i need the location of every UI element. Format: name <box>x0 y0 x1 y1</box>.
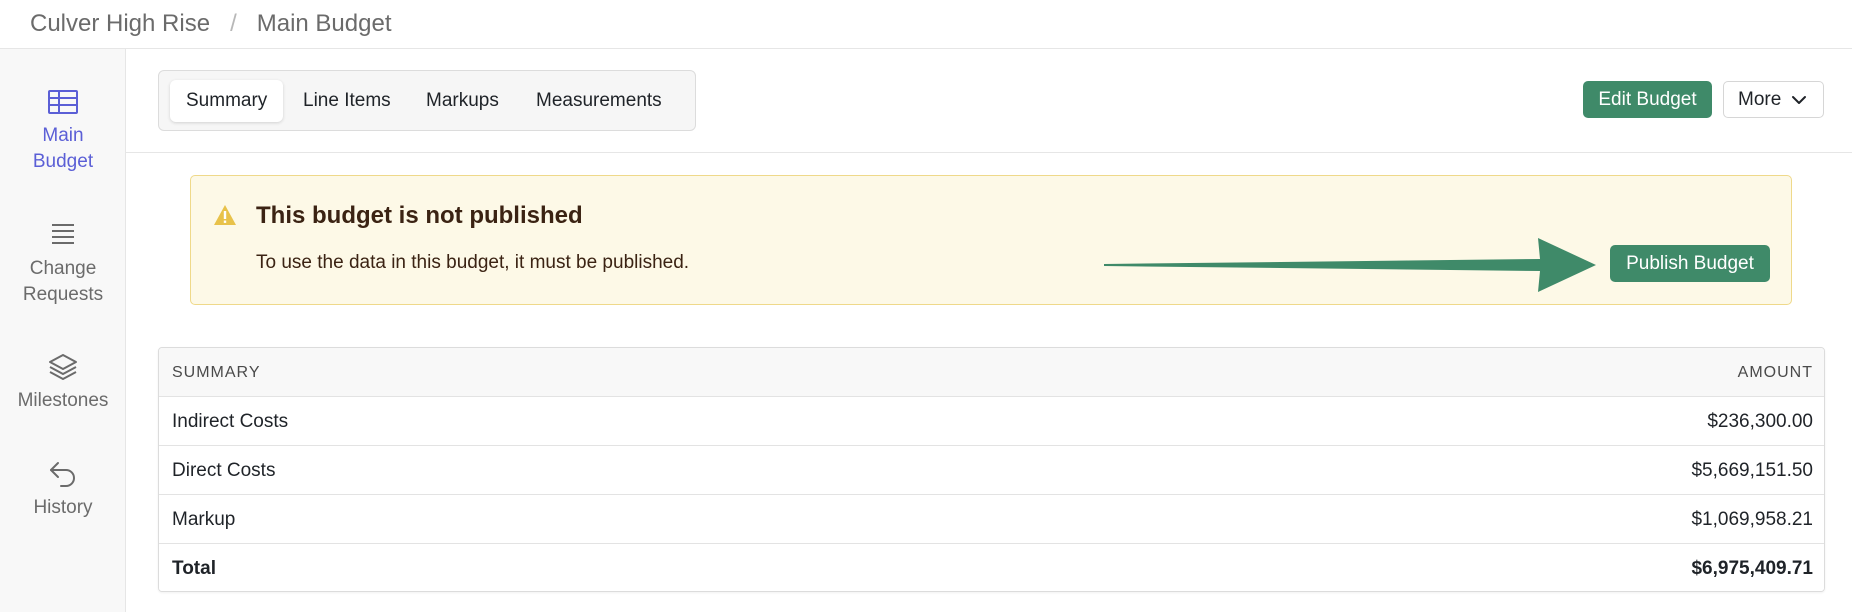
undo-arrow-icon <box>47 459 79 489</box>
row-label: Indirect Costs <box>172 411 289 432</box>
toolbar-divider <box>126 152 1852 153</box>
sidebar-item-change-requests[interactable]: Change Requests <box>0 220 126 308</box>
total-label: Total <box>172 558 216 579</box>
breadcrumb-separator: / <box>230 10 237 37</box>
tab-line-items[interactable]: Line Items <box>287 80 407 122</box>
table-total-row: Total $6,975,409.71 <box>159 544 1824 591</box>
sidebar: Main Budget Change Requests Milestones H… <box>0 49 126 612</box>
sidebar-item-label: Main <box>42 125 84 146</box>
tab-measurements[interactable]: Measurements <box>520 80 678 122</box>
total-amount: $6,975,409.71 <box>1691 558 1813 579</box>
sidebar-item-label: Milestones <box>17 390 109 411</box>
more-button-label: More <box>1738 88 1782 110</box>
warning-triangle-icon <box>213 204 237 226</box>
annotation-arrow-icon <box>1104 238 1596 292</box>
sidebar-item-label: Change <box>29 258 97 279</box>
column-header-amount: AMOUNT <box>1737 364 1813 381</box>
row-amount: $5,669,151.50 <box>1691 460 1813 481</box>
table-row: Markup $1,069,958.21 <box>159 495 1824 544</box>
row-amount: $1,069,958.21 <box>1691 509 1813 530</box>
row-amount: $236,300.00 <box>1707 411 1813 432</box>
edit-budget-button[interactable]: Edit Budget <box>1583 81 1712 118</box>
sidebar-item-main-budget[interactable]: Main Budget <box>0 87 126 175</box>
banner-title: This budget is not published <box>256 202 583 229</box>
breadcrumb: Culver High Rise / Main Budget <box>0 0 1852 49</box>
sidebar-item-label: History <box>33 497 93 518</box>
breadcrumb-project[interactable]: Culver High Rise <box>30 10 210 38</box>
sidebar-item-label: Budget <box>32 151 94 172</box>
layers-icon <box>47 352 79 382</box>
row-label: Direct Costs <box>172 460 276 481</box>
column-header-summary: SUMMARY <box>172 364 261 381</box>
tab-summary[interactable]: Summary <box>170 80 284 122</box>
banner-message: To use the data in this budget, it must … <box>256 252 690 273</box>
publish-budget-button[interactable]: Publish Budget <box>1610 245 1770 282</box>
view-tabs: Summary Line Items Markups Measurements <box>158 70 696 131</box>
sidebar-item-milestones[interactable]: Milestones <box>0 352 126 414</box>
sidebar-item-label: Requests <box>22 284 104 305</box>
table-header-row: SUMMARY AMOUNT <box>159 348 1824 397</box>
tab-markups[interactable]: Markups <box>410 80 515 122</box>
sidebar-item-history[interactable]: History <box>0 459 126 521</box>
summary-table: SUMMARY AMOUNT Indirect Costs $236,300.0… <box>158 347 1825 592</box>
breadcrumb-page: Main Budget <box>256 10 392 37</box>
table-row: Indirect Costs $236,300.00 <box>159 397 1824 446</box>
list-icon <box>47 220 79 250</box>
row-label: Markup <box>172 509 236 530</box>
table-row: Direct Costs $5,669,151.50 <box>159 446 1824 495</box>
chevron-down-icon <box>1791 95 1807 105</box>
table-icon <box>47 87 79 117</box>
more-button[interactable]: More <box>1723 81 1824 118</box>
